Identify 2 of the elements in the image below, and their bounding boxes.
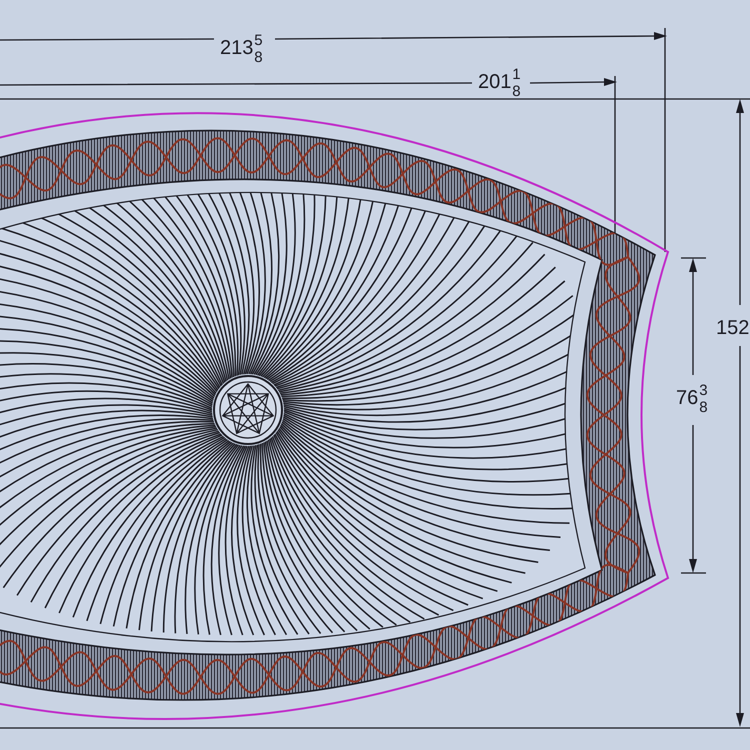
star-medallion-drawing <box>213 375 283 445</box>
dimension-label: 152 <box>716 317 750 339</box>
